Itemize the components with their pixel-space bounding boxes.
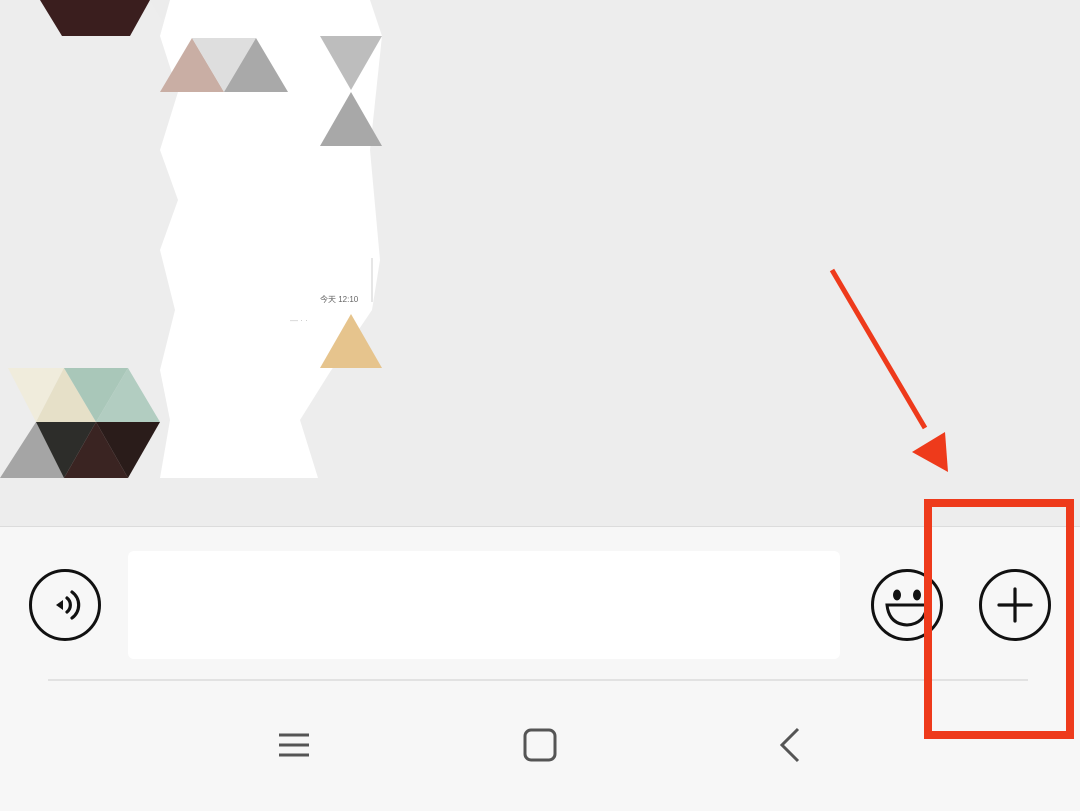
emoji-button[interactable] (871, 569, 943, 641)
smiley-icon (885, 589, 929, 627)
nav-home-button[interactable] (510, 715, 570, 775)
plus-circle-icon (997, 587, 1033, 623)
nav-menu-button[interactable] (264, 715, 324, 775)
chat-area: 今天 12:10 — · · (0, 0, 1080, 526)
more-button[interactable] (979, 569, 1051, 641)
home-icon (523, 728, 557, 762)
voice-button[interactable] (29, 569, 101, 641)
back-icon (779, 727, 800, 763)
divider (48, 679, 1028, 681)
input-bar (0, 526, 1080, 811)
menu-icon (279, 733, 309, 757)
message-input[interactable] (128, 551, 840, 659)
message-subtext: — · · (290, 316, 308, 325)
nav-back-button[interactable] (760, 715, 820, 775)
blurred-content-mosaic (0, 0, 382, 478)
voice-icon (56, 590, 81, 620)
message-timestamp: 今天 12:10 (320, 295, 359, 304)
